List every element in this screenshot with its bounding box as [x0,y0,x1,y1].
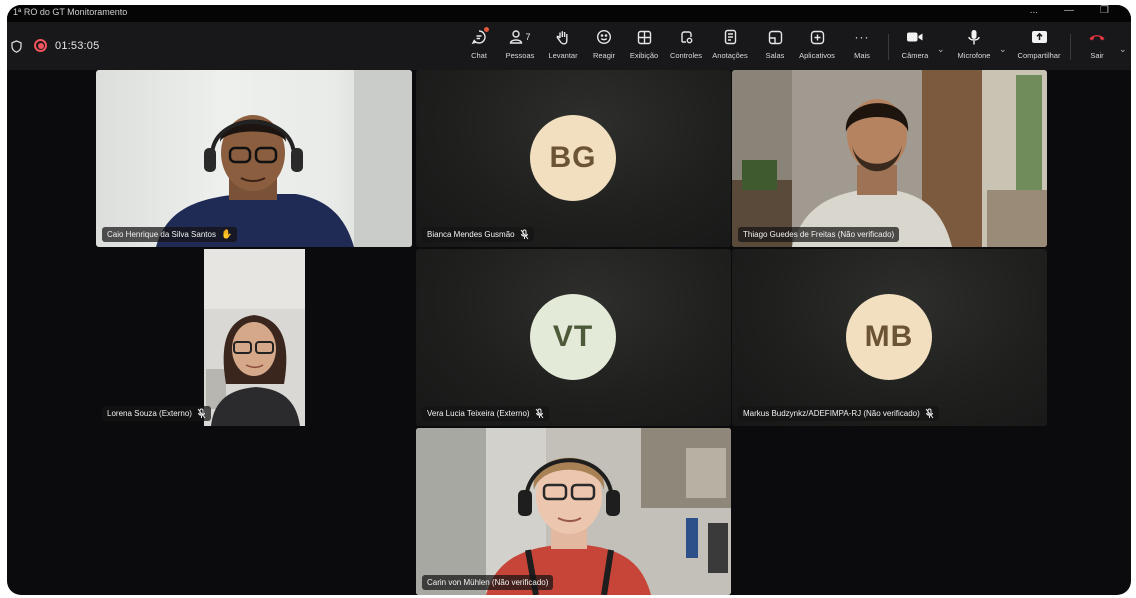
meeting-title: 1ª RO do GT Monitoramento [13,7,128,17]
microphone-button[interactable]: Microfone [953,26,995,66]
controls-label: Controles [669,51,703,60]
rooms-button[interactable]: Salas [762,26,788,66]
participant-video-caio [156,70,412,247]
participant-tile-bianca[interactable]: BG Bianca Mendes Gusmão [416,70,731,247]
mic-off-icon [197,408,206,419]
meeting-toolbar: 01:53:05 Chat 7 Pessoas Levantar Reagir … [7,22,1131,70]
more-icon: ··· [854,30,870,44]
mic-icon [967,26,981,48]
toolbar-divider-2 [1070,34,1071,60]
participant-tile-lorena[interactable]: Lorena Souza (Externo) [96,249,412,426]
title-bar: 1ª RO do GT Monitoramento ... — ❐ [7,5,1131,22]
participant-video-thiago [732,70,1047,247]
people-icon: 7 [509,26,531,48]
shield-icon [11,40,22,53]
participant-name: Markus Budzynkz/ADEFIMPA-RJ (Não verific… [743,409,920,418]
leave-button[interactable]: Sair [1085,26,1109,66]
grid-icon [637,26,652,48]
share-button[interactable]: Compartilhar [1014,26,1064,66]
minimize-button[interactable]: — [1064,5,1074,16]
mic-off-icon [520,229,529,240]
share-label: Compartilhar [1017,51,1061,60]
participant-tile-vera[interactable]: VT Vera Lucia Teixeira (Externo) [416,249,731,426]
notes-label: Anotações [712,51,748,60]
restore-button[interactable]: ❐ [1100,5,1109,16]
apps-button[interactable]: Aplicativos [795,26,839,66]
raise-hand-label: Levantar [548,51,578,60]
mic-off-icon [925,408,934,419]
participant-video-lorena [204,249,305,426]
participant-tile-markus[interactable]: MB Markus Budzynkz/ADEFIMPA-RJ (Não veri… [732,249,1047,426]
hangup-icon [1088,26,1106,48]
more-label: Mais [854,51,870,60]
participant-name: Caio Henrique da Silva Santos [107,230,216,239]
share-icon [1031,26,1048,48]
apps-label: Aplicativos [799,51,835,60]
participant-name: Thiago Guedes de Freitas (Não verificado… [743,230,895,239]
window-controls: ... — ❐ [1030,5,1109,16]
notes-button[interactable]: Anotações [710,26,750,66]
participant-nameplate: Carin von Mühlen (Não verificado) [422,575,554,590]
rooms-icon [768,26,783,48]
participant-nameplate: Markus Budzynkz/ADEFIMPA-RJ (Não verific… [738,406,939,421]
leave-options-chevron-icon[interactable]: ⌄ [1119,44,1127,55]
react-button[interactable]: Reagir [590,26,618,66]
microphone-options-chevron-icon[interactable]: ⌄ [999,44,1007,55]
participant-nameplate: Caio Henrique da Silva Santos ✋ [102,227,238,242]
view-label: Exibição [629,51,659,60]
participant-tile-caio[interactable]: Caio Henrique da Silva Santos ✋ [96,70,412,247]
camera-options-chevron-icon[interactable]: ⌄ [937,44,945,55]
window-more-button[interactable]: ... [1030,5,1038,16]
chat-notification-dot [484,27,489,32]
camera-label: Câmera [901,51,929,60]
participant-nameplate: Lorena Souza (Externo) [102,406,211,421]
recording-indicator-icon [34,39,47,52]
smile-icon [596,26,612,48]
raised-hand-icon: ✋ [220,229,233,239]
people-count: 7 [525,32,531,42]
more-button[interactable]: ··· Mais [850,26,874,66]
participant-name: Carin von Mühlen (Não verificado) [427,578,549,587]
chat-icon [471,26,489,48]
microphone-label: Microfone [957,51,991,60]
participant-name: Lorena Souza (Externo) [107,409,192,418]
raise-hand-button[interactable]: Levantar [545,26,581,66]
camera-button[interactable]: Câmera [897,26,933,66]
controls-button[interactable]: Controles [668,26,704,66]
view-button[interactable]: Exibição [626,26,662,66]
participant-avatar: MB [846,294,932,380]
apps-icon [810,26,825,48]
participant-tile-thiago[interactable]: Thiago Guedes de Freitas (Não verificado… [732,70,1047,247]
participant-nameplate: Vera Lucia Teixeira (Externo) [422,406,549,421]
people-button[interactable]: 7 Pessoas [504,26,536,66]
chat-label: Chat [471,51,487,60]
participant-name: Vera Lucia Teixeira (Externo) [427,409,530,418]
participant-nameplate: Bianca Mendes Gusmão [422,227,534,242]
participant-video-carin [416,428,731,595]
react-label: Reagir [592,51,616,60]
participant-avatar: VT [530,294,616,380]
chat-button[interactable]: Chat [468,26,490,66]
meeting-timer: 01:53:05 [55,40,100,52]
leave-label: Sair [1090,51,1104,60]
meeting-window: 1ª RO do GT Monitoramento ... — ❐ 01:53:… [7,5,1131,595]
notes-icon [724,26,737,48]
mic-off-icon [535,408,543,419]
camera-icon [906,26,924,48]
rooms-label: Salas [765,51,785,60]
people-label: Pessoas [505,51,535,60]
toolbar-divider [888,34,889,60]
participant-avatar: BG [530,115,616,201]
participant-nameplate: Thiago Guedes de Freitas (Não verificado… [738,227,900,242]
participant-tile-carin[interactable]: Carin von Mühlen (Não verificado) [416,428,731,595]
controls-icon [679,26,694,48]
participant-name: Bianca Mendes Gusmão [427,230,515,239]
raise-hand-icon [556,26,570,48]
